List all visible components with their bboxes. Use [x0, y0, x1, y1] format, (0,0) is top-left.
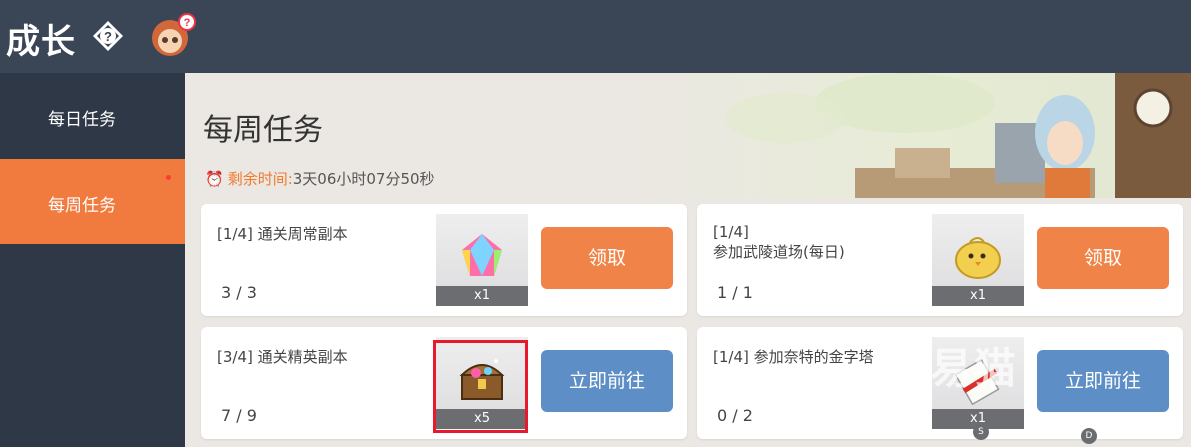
status-badge: D	[1081, 428, 1097, 444]
claim-button[interactable]: 领取	[1037, 227, 1169, 289]
reward-highlight-box	[433, 340, 528, 433]
rainbow-gem-icon	[462, 234, 502, 276]
sidebar-item-daily-tasks[interactable]: 每日任务	[0, 73, 185, 158]
avatar-icon[interactable]: ?	[148, 12, 198, 60]
watermark: 易猫	[930, 344, 1019, 393]
reward-quantity: x1	[932, 286, 1024, 306]
remaining-time-label: 剩余时间:	[227, 170, 293, 188]
go-now-button[interactable]: 立即前往	[541, 350, 673, 412]
task-title: [1/4] 参加武陵道场(每日)	[713, 223, 845, 261]
status-badge: S	[973, 424, 989, 440]
remaining-time: ⏰ 剩余时间:3天06小时07分50秒	[205, 168, 435, 189]
task-title: [3/4] 通关精英副本	[217, 348, 348, 366]
task-progress: 0 / 2	[717, 406, 753, 425]
task-title: [1/4] 参加奈特的金字塔	[713, 348, 874, 366]
task-card: [1/4] 通关周常副本 3 / 3 x1 领取	[201, 204, 687, 316]
reward-item[interactable]: x1	[436, 214, 528, 306]
reward-item[interactable]: x1	[932, 214, 1024, 306]
task-progress: 3 / 3	[221, 283, 257, 302]
sidebar-item-weekly-tasks[interactable]: 每周任务	[0, 159, 185, 244]
claim-button[interactable]: 领取	[541, 227, 673, 289]
task-title: [1/4] 通关周常副本	[217, 225, 348, 243]
page-header-title: 成长	[6, 22, 76, 62]
yellow-chick-icon	[955, 237, 1001, 279]
remaining-time-value: 3天06小时07分50秒	[292, 170, 435, 188]
sidebar-item-label: 每日任务	[48, 110, 116, 130]
sidebar-item-label: 每周任务	[48, 196, 116, 216]
notification-dot	[166, 175, 171, 180]
svg-text:?: ?	[104, 29, 112, 44]
go-now-button[interactable]: 立即前往	[1037, 350, 1169, 412]
reward-quantity: x1	[436, 286, 528, 306]
help-icon[interactable]: ?	[92, 20, 124, 52]
top-bar: 成长 ? ?	[0, 0, 1191, 73]
task-progress: 7 / 9	[221, 406, 257, 425]
sidebar: 每日任务 每周任务	[0, 73, 185, 447]
task-card: [1/4] 参加武陵道场(每日) 1 / 1 x1 领取	[697, 204, 1183, 316]
alarm-clock-icon: ⏰	[205, 170, 224, 188]
svg-text:?: ?	[184, 17, 191, 29]
page-title: 每周任务	[203, 113, 323, 148]
task-progress: 1 / 1	[717, 283, 753, 302]
